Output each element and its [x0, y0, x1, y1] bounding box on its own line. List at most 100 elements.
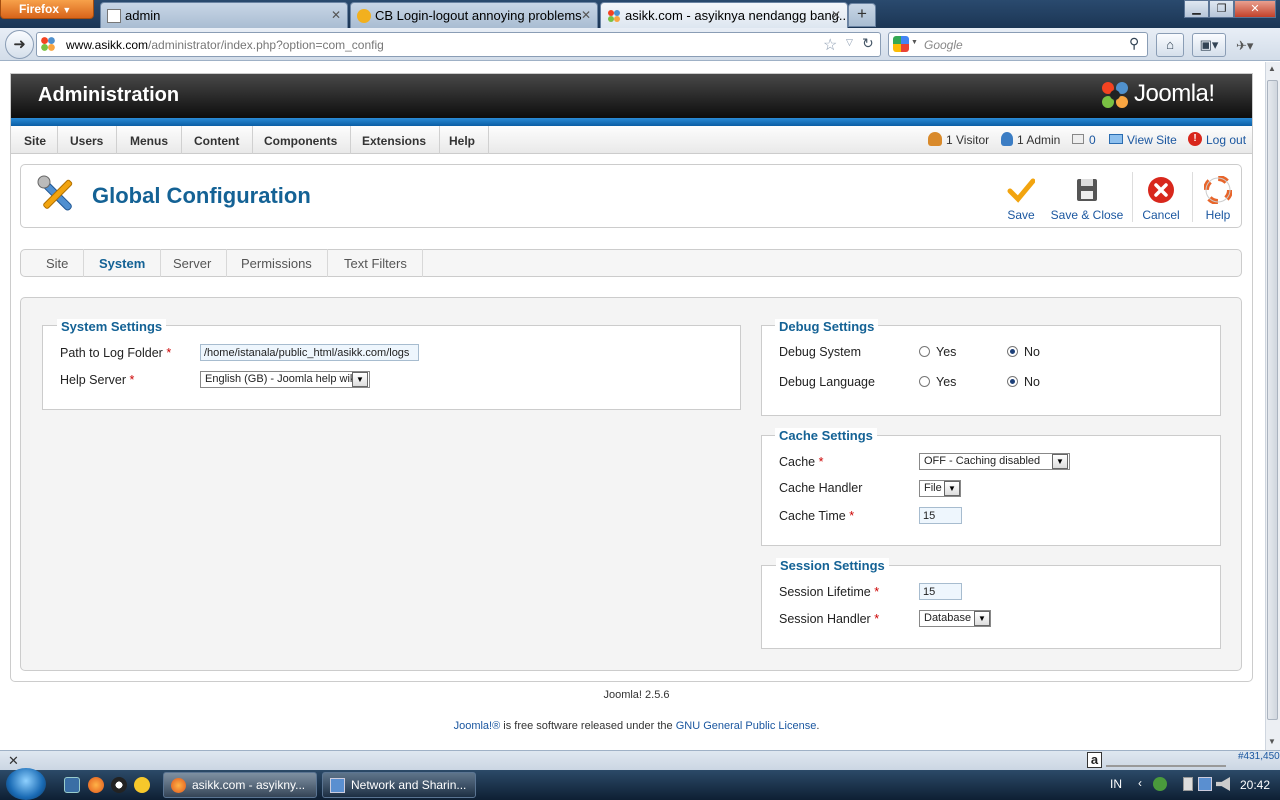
menu-content[interactable]: Content [181, 126, 254, 154]
google-icon[interactable] [893, 36, 909, 52]
browser-tab[interactable]: admin ✕ [100, 2, 348, 28]
log-path-input[interactable] [200, 344, 419, 361]
chevron-left-icon[interactable]: ‹ [1138, 776, 1142, 790]
debug-system-label: Debug System [779, 345, 861, 359]
debug-system-no-label[interactable]: No [1024, 345, 1040, 359]
cache-handler-value: File [924, 482, 942, 494]
cancel-button[interactable]: Cancel [1140, 174, 1182, 224]
network-tray-icon[interactable] [1198, 777, 1212, 791]
chevron-down-icon[interactable]: ▼ [974, 611, 990, 626]
joomla-logo-icon [1100, 80, 1130, 110]
scroll-up-icon[interactable]: ▲ [1268, 64, 1276, 73]
browser-tab-active[interactable]: asikk.com - asyiknya nendangg bang... ✕ [600, 2, 848, 28]
tab-site[interactable]: Site [31, 249, 85, 277]
tab-permissions[interactable]: Permissions [226, 249, 328, 277]
menu-users[interactable]: Users [57, 126, 118, 154]
tab-server[interactable]: Server [158, 249, 228, 277]
home-icon[interactable]: ⌂ [1156, 33, 1184, 57]
logout-link[interactable]: Log out [1206, 133, 1246, 147]
cache-select[interactable]: OFF - Caching disabled [919, 453, 1070, 470]
joomla-link[interactable]: Joomla!® [454, 720, 501, 732]
debug-system-yes-radio[interactable] [919, 346, 930, 357]
emoticon-icon[interactable] [134, 777, 150, 793]
star-icon[interactable]: ☆ [823, 35, 837, 55]
menu-help[interactable]: Help [436, 126, 490, 154]
view-site-link[interactable]: View Site [1127, 133, 1177, 147]
required-marker: * [166, 346, 172, 360]
show-desktop-icon[interactable] [64, 777, 80, 793]
taskbar-firefox-window[interactable]: asikk.com - asyikny... [163, 772, 317, 798]
maximize-button[interactable]: ❐ [1209, 0, 1234, 18]
taskbar-network-window[interactable]: Network and Sharin... [322, 772, 476, 798]
firefox-menu-button[interactable]: Firefox ▼ [0, 0, 94, 19]
toolbar-divider [1192, 172, 1193, 222]
menu-extensions[interactable]: Extensions [349, 126, 441, 154]
chevron-down-icon[interactable]: ▼ [1052, 454, 1068, 469]
close-icon[interactable]: ✕ [8, 753, 19, 769]
close-window-button[interactable]: ✕ [1234, 0, 1276, 18]
footer-version: Joomla! 2.5.6 [603, 689, 670, 701]
scroll-down-icon[interactable]: ▼ [1268, 737, 1276, 746]
tray-app-icon[interactable] [1153, 777, 1167, 791]
menu-menus[interactable]: Menus [117, 126, 183, 154]
system-clock[interactable]: 20:42 [1240, 778, 1270, 792]
close-icon[interactable]: ✕ [331, 8, 341, 22]
addon-icon[interactable]: ✈▾ [1236, 38, 1253, 54]
tab-system[interactable]: System [84, 249, 162, 277]
debug-language-yes-radio[interactable] [919, 376, 930, 387]
message-count[interactable]: 0 [1089, 133, 1096, 147]
minimize-button[interactable]: ▁ [1184, 0, 1209, 18]
search-input[interactable]: Google [924, 38, 963, 52]
gpl-link[interactable]: GNU General Public License [676, 720, 817, 732]
debug-system-yes-label[interactable]: Yes [936, 345, 956, 359]
cache-settings-legend: Cache Settings [775, 428, 877, 443]
joomla-icon [607, 9, 621, 23]
close-icon[interactable]: ✕ [831, 8, 841, 22]
firefox-icon[interactable] [88, 777, 104, 793]
task-label: Network and Sharin... [351, 778, 467, 792]
help-server-select[interactable]: English (GB) - Joomla help wiki [200, 371, 370, 388]
cache-time-input[interactable] [919, 507, 962, 524]
debug-settings-fieldset [761, 325, 1221, 416]
task-label: asikk.com - asyikny... [192, 778, 306, 792]
menu-site[interactable]: Site [11, 126, 59, 154]
menu-components[interactable]: Components [251, 126, 352, 154]
session-lifetime-input[interactable] [919, 583, 962, 600]
tab-text-filters[interactable]: Text Filters [329, 249, 423, 277]
search-icon[interactable]: ⚲ [1129, 35, 1139, 52]
debug-language-no-label[interactable]: No [1024, 375, 1040, 389]
chevron-down-icon[interactable]: ▼ [944, 481, 960, 496]
chevron-down-icon[interactable]: ▼ [352, 372, 368, 387]
help-button[interactable]: Help [1200, 174, 1236, 224]
qq-icon[interactable] [111, 777, 127, 793]
browser-tab[interactable]: CB Login-logout annoying problems ✕ [350, 2, 598, 28]
start-button[interactable] [6, 768, 46, 800]
chevron-down-icon[interactable]: ▽ [846, 37, 853, 48]
joomla-icon [40, 36, 56, 52]
reload-icon[interactable]: ↻ [862, 35, 874, 52]
required-marker: * [849, 509, 855, 523]
language-indicator[interactable]: IN [1110, 777, 1122, 791]
debug-system-no-radio[interactable] [1007, 346, 1018, 357]
close-icon[interactable]: ✕ [581, 8, 591, 22]
chevron-down-icon[interactable]: ▼ [911, 39, 918, 46]
url-text[interactable]: www.asikk.com/administrator/index.php?op… [66, 38, 384, 52]
back-icon[interactable]: ➜ [5, 30, 34, 59]
bookmarks-icon[interactable]: ▣▾ [1192, 33, 1226, 57]
footer-license: Joomla!® is free software released under… [0, 720, 1273, 732]
url-path: /administrator/index.php?option=com_conf… [148, 38, 384, 52]
help-server-label: Help Server * [60, 373, 134, 387]
alexa-icon[interactable]: a [1087, 752, 1102, 768]
battery-icon[interactable] [1183, 777, 1193, 791]
save-button[interactable]: Save [1002, 174, 1040, 224]
debug-language-yes-label[interactable]: Yes [936, 375, 956, 389]
visitor-icon [928, 132, 942, 146]
required-marker: * [874, 585, 880, 599]
admin-user-icon [1001, 132, 1013, 146]
save-close-button[interactable]: Save & Close [1050, 174, 1124, 224]
scrollbar-thumb[interactable] [1267, 80, 1278, 720]
debug-language-no-radio[interactable] [1007, 376, 1018, 387]
new-tab-button[interactable]: + [848, 3, 876, 27]
alexa-rank[interactable]: #431,450 [1238, 751, 1280, 762]
session-handler-label: Session Handler * [779, 612, 879, 626]
